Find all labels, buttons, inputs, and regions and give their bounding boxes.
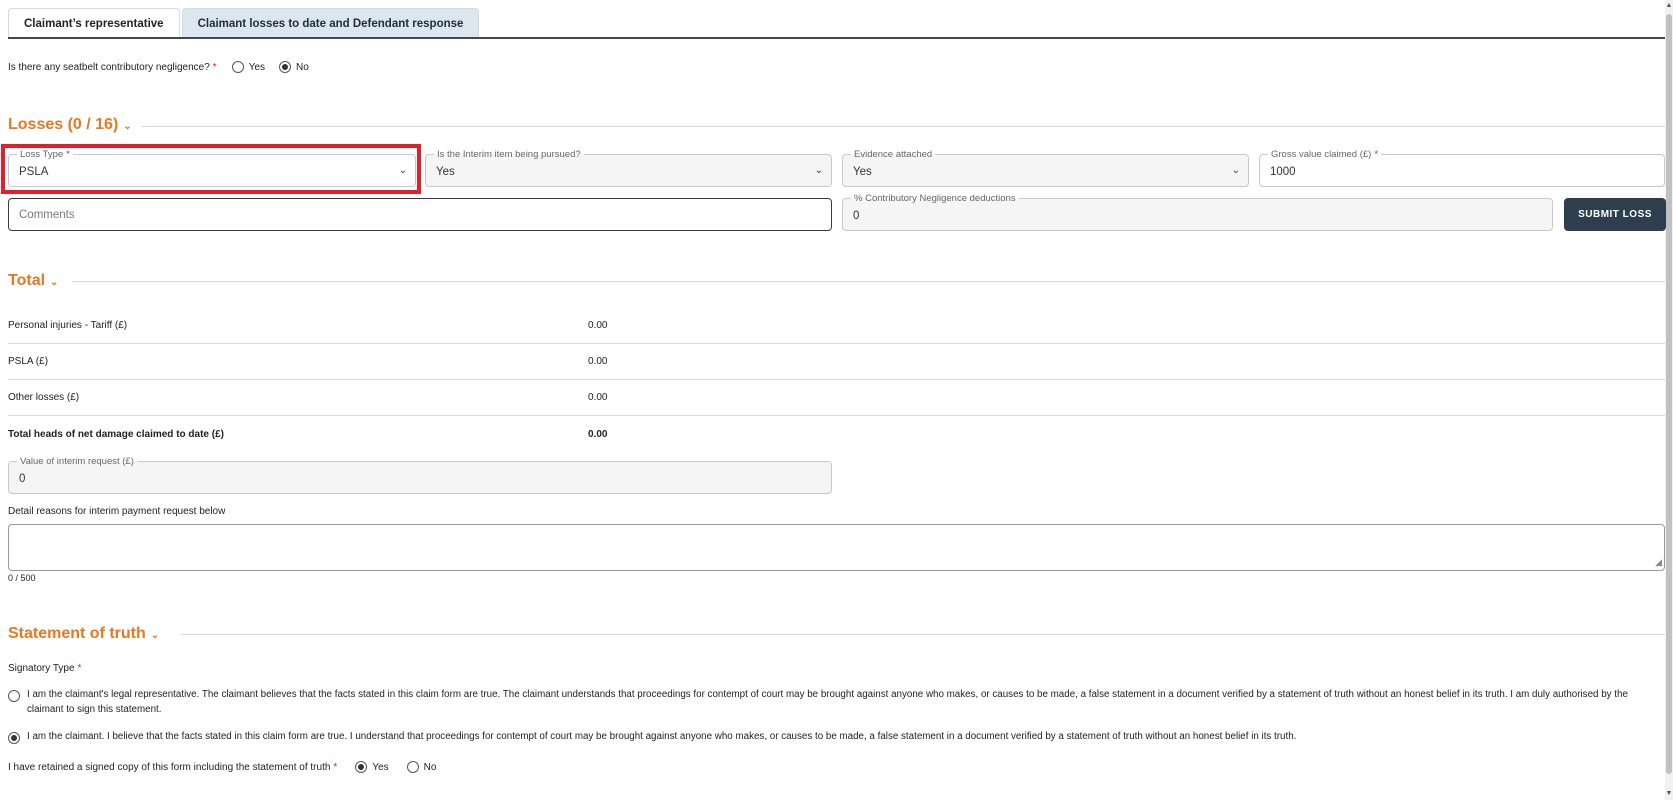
signatory-option-text: I am the claimant's legal representative… (27, 689, 1628, 715)
interim-request-label: Value of interim request (£) (17, 456, 137, 467)
losses-section-header[interactable]: Losses (0 / 16) ⌄ (8, 116, 132, 134)
total-row-value: 0.00 (588, 392, 608, 403)
scroll-up-icon[interactable]: ▲ (1665, 0, 1673, 12)
gross-value-value: 1000 (1270, 166, 1296, 178)
total-row-label: Other losses (£) (8, 392, 80, 403)
radio-legal-rep[interactable] (8, 690, 20, 702)
signatory-option-text: I am the claimant. I believe that the fa… (27, 731, 1297, 742)
total-row-value: 0.00 (588, 320, 608, 331)
submit-loss-button[interactable]: SUBMIT LOSS (1564, 198, 1666, 231)
interim-request-input[interactable]: Value of interim request (£) 0 (8, 456, 832, 494)
chevron-down-icon: ⌄ (150, 629, 160, 641)
total-title: Total (8, 272, 46, 289)
total-row-value: 0.00 (588, 356, 608, 367)
required-mark: * (333, 761, 338, 773)
seatbelt-option-yes[interactable]: Yes (231, 61, 266, 73)
tab-claimant-losses[interactable]: Claimant losses to date and Defendant re… (181, 8, 480, 38)
scroll-down-icon[interactable]: ▼ (1665, 788, 1673, 800)
chevron-down-icon: ⌄ (1231, 165, 1240, 176)
evidence-attached-label: Evidence attached (851, 149, 936, 160)
section-divider (181, 634, 1665, 635)
detail-reasons-textarea[interactable]: ◢ (8, 524, 1665, 571)
seatbelt-question-label: Is there any seatbelt contributory negli… (8, 61, 210, 73)
losses-title: Losses (0 / 16) (8, 116, 119, 133)
highlight-box (1, 144, 421, 194)
total-row-label: Total heads of net damage claimed to dat… (8, 428, 224, 440)
table-row: PSLA (£) 0.00 (8, 344, 1665, 380)
section-divider (72, 281, 1665, 282)
seatbelt-question-row: Is there any seatbelt contributory negli… (8, 61, 309, 73)
required-mark: * (212, 61, 217, 73)
tab-claimants-representative[interactable]: Claimant’s representative (8, 8, 180, 38)
option-label: Yes (372, 761, 389, 773)
contributory-deductions-value: 0 (853, 210, 860, 222)
contributory-deductions-label: % Contributory Negligence deductions (851, 193, 1019, 204)
contributory-deductions-input[interactable]: % Contributory Negligence deductions 0 (842, 193, 1553, 231)
interim-pursued-label: Is the Interim item being pursued? (434, 149, 584, 160)
seatbelt-option-no[interactable]: No (279, 61, 309, 73)
retained-option-no[interactable]: No (406, 761, 437, 773)
radio-claimant[interactable] (8, 732, 20, 744)
comments-input[interactable]: Comments (8, 198, 832, 231)
statement-section-header[interactable]: Statement of truth ⌄ (8, 625, 159, 643)
radio-yes[interactable] (231, 61, 244, 73)
detail-reasons-label: Detail reasons for interim payment reque… (8, 506, 226, 517)
evidence-attached-select[interactable]: Evidence attached Yes ⌄ (842, 149, 1249, 187)
chevron-down-icon: ⌄ (814, 165, 823, 176)
radio-no[interactable] (406, 761, 419, 773)
resize-handle-icon[interactable]: ◢ (1655, 557, 1662, 568)
retained-copy-row: I have retained a signed copy of this fo… (8, 761, 436, 773)
option-label: No (423, 761, 437, 773)
scroll-thumb[interactable] (1666, 14, 1672, 774)
signatory-type-label: Signatory Type * (8, 663, 82, 674)
table-row-total: Total heads of net damage claimed to dat… (8, 416, 1665, 452)
char-count: 0 / 500 (8, 573, 36, 583)
evidence-attached-value: Yes (853, 166, 872, 178)
chevron-down-icon: ⌄ (50, 276, 59, 288)
comments-placeholder: Comments (19, 209, 75, 221)
option-label: No (296, 61, 309, 73)
gross-value-label: Gross value claimed (£) * (1268, 149, 1382, 160)
interim-request-value: 0 (19, 473, 26, 485)
tab-bar: Claimant’s representative Claimant losse… (8, 8, 480, 38)
radio-yes[interactable] (355, 761, 368, 773)
total-row-value: 0.00 (588, 428, 608, 440)
tab-underline (8, 37, 1665, 39)
total-row-label: PSLA (£) (8, 356, 49, 367)
interim-pursued-select[interactable]: Is the Interim item being pursued? Yes ⌄ (425, 149, 832, 187)
retained-option-yes[interactable]: Yes (355, 761, 389, 773)
option-label: Yes (248, 61, 266, 73)
interim-pursued-value: Yes (436, 166, 455, 178)
table-row: Personal injuries - Tariff (£) 0.00 (8, 308, 1665, 344)
chevron-down-icon: ⌄ (123, 120, 132, 132)
vertical-scrollbar[interactable]: ▲ ▼ (1665, 0, 1673, 800)
total-row-label: Personal injuries - Tariff (£) (8, 320, 128, 331)
retained-copy-question: I have retained a signed copy of this fo… (8, 761, 331, 773)
statement-title: Statement of truth (8, 625, 146, 642)
total-section-header[interactable]: Total ⌄ (8, 272, 58, 290)
signatory-option-legal-rep[interactable]: I am the claimant's legal representative… (8, 687, 1648, 717)
gross-value-input[interactable]: Gross value claimed (£) * 1000 (1259, 149, 1665, 187)
radio-no[interactable] (279, 61, 292, 73)
section-divider (142, 126, 1665, 127)
signatory-option-claimant[interactable]: I am the claimant. I believe that the fa… (8, 729, 1648, 744)
table-row: Other losses (£) 0.00 (8, 380, 1665, 416)
